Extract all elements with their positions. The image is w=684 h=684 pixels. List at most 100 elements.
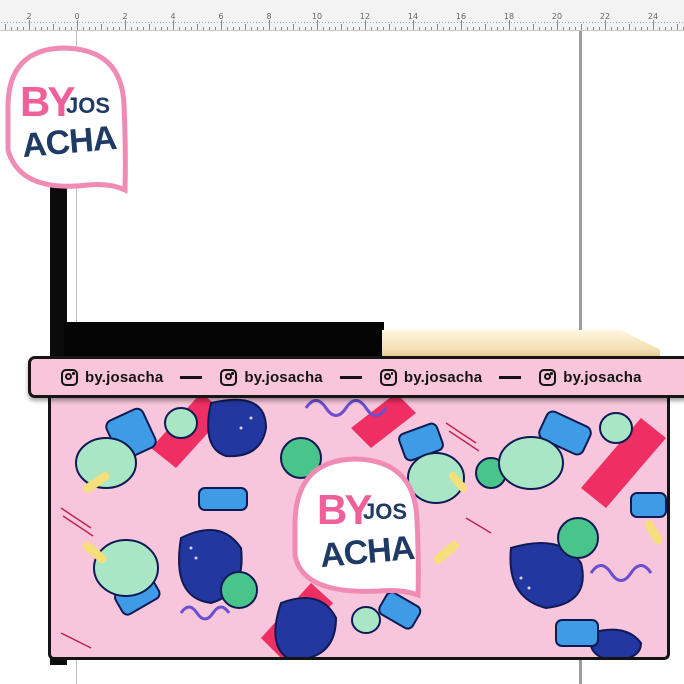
handle-item[interactable]: by.josacha: [539, 368, 642, 386]
ruler-tick: [23, 27, 24, 30]
cart-wood-counter[interactable]: [382, 330, 660, 358]
ruler-label: 18: [503, 12, 515, 21]
ruler-tick: [107, 27, 108, 30]
separator-dash: [499, 375, 522, 379]
ruler-tick: [209, 27, 210, 30]
ruler-tick: [287, 27, 288, 30]
ruler-tick: [323, 27, 324, 30]
ruler-tick: [497, 27, 498, 30]
ruler-label: 10: [311, 12, 323, 21]
ruler-tick: [527, 27, 528, 30]
ruler-tick: [245, 24, 246, 30]
ruler-tick: [425, 27, 426, 30]
ruler-tick: [341, 24, 342, 30]
ruler-tick: [557, 20, 558, 30]
ruler-tick: [347, 27, 348, 30]
ruler-tick: [65, 27, 66, 30]
ruler-label: 4: [170, 12, 176, 21]
ruler-tick: [401, 27, 402, 30]
ruler-tick: [389, 24, 390, 30]
ruler-label: 16: [455, 12, 467, 21]
logo-by-text: BY: [20, 78, 75, 125]
ruler-tick: [473, 27, 474, 30]
separator-dash: [180, 375, 203, 379]
ruler-tick: [467, 27, 468, 30]
ruler-tick: [149, 24, 150, 30]
ruler-tick: [479, 27, 480, 30]
ruler-tick: [431, 27, 432, 30]
ruler-tick: [311, 27, 312, 30]
ruler-guide-dots: [0, 22, 684, 23]
ruler-label: 0: [74, 12, 80, 21]
ruler-tick: [119, 27, 120, 30]
ruler-tick: [647, 27, 648, 30]
ruler-label: 20: [551, 12, 563, 21]
ruler-tick: [539, 27, 540, 30]
ruler-label: 2: [26, 12, 32, 21]
horizontal-ruler[interactable]: 2 0 2 4 6 8 10 12 14 16 18 20 22 24: [0, 0, 684, 31]
handle-item[interactable]: by.josacha: [61, 368, 203, 386]
logo-jos-text: JOS: [66, 93, 111, 118]
ruler-tick: [11, 27, 12, 30]
ruler-tick: [125, 20, 126, 30]
ruler-tick: [629, 24, 630, 30]
ruler-label: 8: [266, 12, 272, 21]
ruler-tick: [161, 27, 162, 30]
ruler-tick: [233, 27, 234, 30]
ruler-tick: [593, 27, 594, 30]
ruler-tick: [131, 27, 132, 30]
ruler-tick: [299, 27, 300, 30]
ruler-tick: [671, 27, 672, 30]
ruler-tick: [569, 27, 570, 30]
ruler-tick: [587, 27, 588, 30]
handle-item[interactable]: by.josacha: [379, 368, 522, 386]
ruler-tick: [653, 20, 654, 30]
ruler-tick: [509, 20, 510, 30]
ruler-label: 12: [359, 12, 371, 21]
ruler-tick: [275, 27, 276, 30]
instagram-icon: [539, 368, 557, 386]
handle-text: by.josacha: [563, 368, 642, 386]
instagram-handle-band[interactable]: by.josacha by.josacha by.josacha by.josa…: [28, 356, 684, 398]
ruler-tick: [617, 27, 618, 30]
ruler-tick: [41, 27, 42, 30]
ruler-tick: [95, 27, 96, 30]
ruler-tick: [185, 27, 186, 30]
brand-logo-center[interactable]: BY JOS ACHA: [287, 455, 422, 600]
ruler-tick: [29, 20, 30, 30]
ruler-tick: [407, 27, 408, 30]
ruler-tick: [377, 27, 378, 30]
ruler-tick: [83, 27, 84, 30]
ruler-tick: [293, 24, 294, 30]
ruler-tick: [197, 24, 198, 30]
ruler-label: 22: [599, 12, 611, 21]
ruler-tick: [17, 27, 18, 30]
ruler-tick: [419, 27, 420, 30]
ruler-tick: [515, 27, 516, 30]
handle-item[interactable]: by.josacha: [220, 368, 362, 386]
ruler-tick: [581, 24, 582, 30]
logo-jos-text: JOS: [363, 499, 408, 524]
ruler-tick: [605, 20, 606, 30]
ruler-label: 6: [218, 12, 224, 21]
ruler-tick: [203, 27, 204, 30]
ruler-tick: [395, 27, 396, 30]
ruler-tick: [137, 27, 138, 30]
ruler-tick: [659, 27, 660, 30]
ruler-tick: [263, 27, 264, 30]
logo-acha-text: ACHA: [318, 528, 416, 576]
ruler-tick: [353, 27, 354, 30]
brand-logo-top[interactable]: BY JOS ACHA: [0, 45, 130, 195]
ruler-tick: [215, 27, 216, 30]
ruler-tick: [35, 27, 36, 30]
ruler-tick: [437, 24, 438, 30]
instagram-icon: [61, 368, 78, 386]
ruler-label: 14: [407, 12, 419, 21]
ruler-tick: [665, 27, 666, 30]
ruler-tick: [575, 27, 576, 30]
ruler-tick: [383, 27, 384, 30]
handle-text: by.josacha: [403, 368, 483, 386]
ruler-tick: [359, 27, 360, 30]
ruler-tick: [251, 27, 252, 30]
ruler-tick: [563, 27, 564, 30]
